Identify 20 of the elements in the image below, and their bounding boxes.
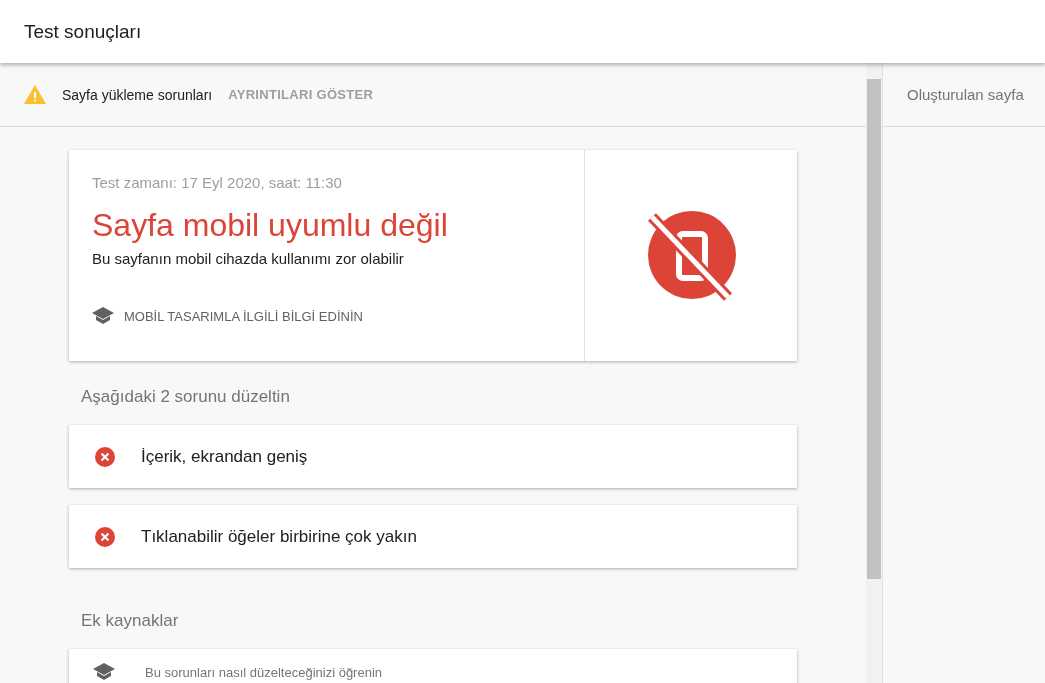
scrollbar-thumb[interactable] xyxy=(867,79,881,579)
error-icon xyxy=(95,526,115,547)
issue-item[interactable]: İçerik, ekrandan geniş xyxy=(69,425,797,488)
graduation-cap-icon xyxy=(92,307,114,325)
scrollbar[interactable] xyxy=(866,63,882,683)
warning-text: Sayfa yükleme sorunları xyxy=(62,86,213,103)
result-subtitle: Bu sayfanın mobil cihazda kullanımı zor olabilir xyxy=(92,250,405,267)
mobile-off-icon xyxy=(646,210,736,301)
learn-link[interactable]: MOBİL TASARIMLA İLGİLİ BİLGİ EDİNİN xyxy=(124,308,363,324)
test-time: Test zamanı: 17 Eyl 2020, saat: 11:30 xyxy=(92,174,343,191)
resource-link[interactable]: Bu sorunları nasıl düzelteceğinizi öğrenin xyxy=(145,664,383,680)
graduation-cap-icon xyxy=(93,663,115,681)
error-icon xyxy=(95,446,115,467)
issues-heading: Aşağıdaki 2 sorunu düzeltin xyxy=(81,387,291,407)
warning-icon xyxy=(24,85,46,104)
resources-heading: Ek kaynaklar xyxy=(81,611,180,631)
page-title: Test sonuçları xyxy=(24,20,142,43)
panel-title: Oluşturulan sayfa xyxy=(907,86,1024,103)
result-headline: Sayfa mobil uyumlu değil xyxy=(92,207,449,244)
issue-item[interactable]: Tıklanabilir öğeler birbirine çok yakın xyxy=(69,505,797,568)
